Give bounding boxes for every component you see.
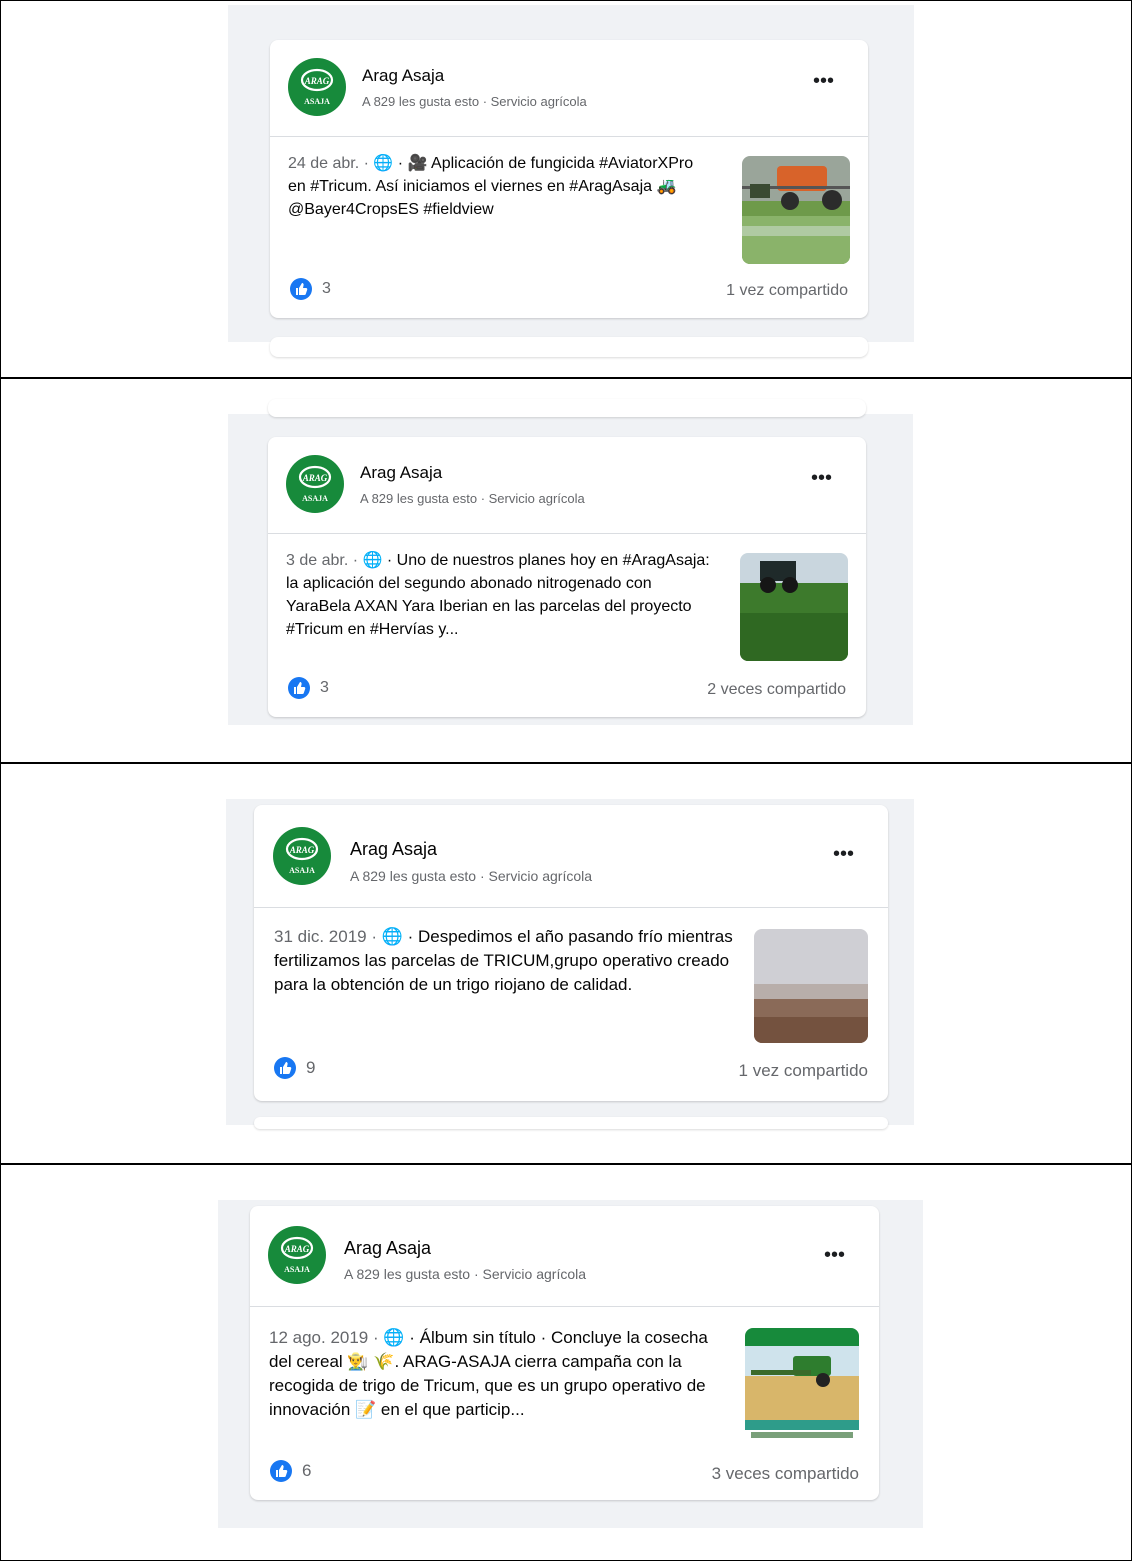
page-name[interactable]: Arag Asaja bbox=[344, 1238, 431, 1259]
page-subtitle: A 829 les gusta esto · Servicio agrícola bbox=[344, 1266, 587, 1282]
logo-icon: ARAG ASAJA bbox=[298, 465, 332, 503]
sprayer-tractor-image bbox=[742, 156, 850, 264]
svg-text:ASAJA: ASAJA bbox=[289, 866, 315, 875]
page-name[interactable]: Arag Asaja bbox=[362, 66, 444, 86]
globe-icon: 🌐 bbox=[381, 927, 403, 946]
screenshot-panel: ARAG ASAJA Arag Asaja A 829 les gusta es… bbox=[218, 1200, 923, 1528]
globe-icon: 🌐 bbox=[373, 155, 394, 172]
post-image[interactable] bbox=[742, 156, 850, 264]
post-image[interactable] bbox=[740, 553, 848, 661]
foggy-field-image bbox=[754, 929, 868, 1043]
like-count: 3 bbox=[322, 280, 331, 297]
post-card: ARAG ASAJA Arag Asaja A 829 les gusta es… bbox=[250, 1206, 879, 1500]
more-options-button[interactable]: ••• bbox=[811, 468, 832, 488]
tractor-field-image bbox=[740, 553, 848, 661]
reactions[interactable]: 9 bbox=[274, 1057, 315, 1079]
next-post-card-edge bbox=[270, 337, 868, 357]
card-divider bbox=[254, 907, 888, 908]
page-avatar[interactable]: ARAG ASAJA bbox=[268, 1226, 326, 1284]
svg-text:ARAG: ARAG bbox=[284, 1244, 310, 1254]
card-divider bbox=[268, 533, 866, 534]
next-post-card-edge bbox=[254, 1117, 888, 1129]
svg-text:ASAJA: ASAJA bbox=[302, 494, 328, 503]
page-subtitle: A 829 les gusta esto · Servicio agrícola bbox=[350, 868, 593, 884]
globe-icon: 🌐 bbox=[383, 1328, 405, 1347]
like-icon bbox=[290, 278, 312, 300]
page-name[interactable]: Arag Asaja bbox=[350, 839, 437, 860]
screenshot-panel: ARAG ASAJA Arag Asaja A 829 les gusta es… bbox=[226, 799, 914, 1129]
logo-icon: ARAG ASAJA bbox=[300, 68, 334, 106]
share-count[interactable]: 1 vez compartido bbox=[739, 1061, 868, 1081]
page-avatar[interactable]: ARAG ASAJA bbox=[288, 58, 346, 116]
post-text: 3 de abr. · 🌐 · Uno de nuestros planes h… bbox=[286, 549, 711, 641]
like-icon bbox=[270, 1460, 292, 1482]
section-divider bbox=[0, 377, 1132, 379]
page-avatar[interactable]: ARAG ASAJA bbox=[273, 827, 331, 885]
like-count: 6 bbox=[302, 1461, 312, 1480]
post-image[interactable] bbox=[745, 1328, 859, 1442]
globe-icon: 🌐 bbox=[362, 552, 383, 569]
svg-text:ASAJA: ASAJA bbox=[284, 1265, 310, 1274]
section-divider bbox=[0, 762, 1132, 764]
harvester-poster-image bbox=[745, 1328, 859, 1442]
more-options-button[interactable]: ••• bbox=[833, 844, 854, 864]
previous-post-card-edge bbox=[268, 399, 866, 417]
post-date[interactable]: 31 dic. 2019 · bbox=[274, 927, 382, 946]
share-count[interactable]: 2 veces compartido bbox=[707, 681, 846, 699]
like-icon bbox=[274, 1057, 296, 1079]
screenshot-panel: ARAG ASAJA Arag Asaja A 829 les gusta es… bbox=[228, 5, 914, 357]
post-text: 12 ago. 2019 · 🌐 · Álbum sin título · Co… bbox=[269, 1326, 729, 1422]
page-avatar[interactable]: ARAG ASAJA bbox=[286, 455, 344, 513]
post-card: ARAG ASAJA Arag Asaja A 829 les gusta es… bbox=[254, 805, 888, 1101]
card-divider bbox=[270, 136, 868, 137]
share-count[interactable]: 3 veces compartido bbox=[712, 1464, 859, 1484]
post-text: 31 dic. 2019 · 🌐 · Despedimos el año pas… bbox=[274, 925, 734, 997]
svg-text:ARAG: ARAG bbox=[289, 845, 315, 855]
section-divider bbox=[0, 1163, 1132, 1165]
svg-text:ARAG: ARAG bbox=[302, 473, 328, 483]
share-count[interactable]: 1 vez compartido bbox=[726, 282, 848, 300]
post-date[interactable]: 24 de abr. · bbox=[288, 155, 373, 172]
more-options-button[interactable]: ••• bbox=[813, 71, 834, 91]
reactions[interactable]: 6 bbox=[270, 1460, 311, 1482]
screenshot-panel: ARAG ASAJA Arag Asaja A 829 les gusta es… bbox=[228, 399, 913, 725]
reactions[interactable]: 3 bbox=[288, 677, 329, 699]
like-count: 3 bbox=[320, 679, 329, 696]
card-divider bbox=[250, 1306, 879, 1307]
post-image[interactable] bbox=[754, 929, 868, 1043]
like-icon bbox=[288, 677, 310, 699]
more-options-button[interactable]: ••• bbox=[824, 1245, 845, 1265]
like-count: 9 bbox=[306, 1058, 316, 1077]
svg-text:ARAG: ARAG bbox=[304, 76, 330, 86]
logo-icon: ARAG ASAJA bbox=[285, 837, 319, 875]
logo-icon: ARAG ASAJA bbox=[280, 1236, 314, 1274]
post-text: 24 de abr. · 🌐 · 🎥 Aplicación de fungici… bbox=[288, 152, 713, 221]
post-date[interactable]: 12 ago. 2019 · bbox=[269, 1328, 383, 1347]
page-name[interactable]: Arag Asaja bbox=[360, 463, 442, 483]
post-card: ARAG ASAJA Arag Asaja A 829 les gusta es… bbox=[270, 40, 868, 318]
page-subtitle: A 829 les gusta esto · Servicio agrícola bbox=[360, 491, 585, 506]
post-card: ARAG ASAJA Arag Asaja A 829 les gusta es… bbox=[268, 437, 866, 717]
page-subtitle: A 829 les gusta esto · Servicio agrícola bbox=[362, 94, 587, 109]
svg-text:ASAJA: ASAJA bbox=[304, 97, 330, 106]
reactions[interactable]: 3 bbox=[290, 278, 331, 300]
post-date[interactable]: 3 de abr. · bbox=[286, 552, 363, 569]
